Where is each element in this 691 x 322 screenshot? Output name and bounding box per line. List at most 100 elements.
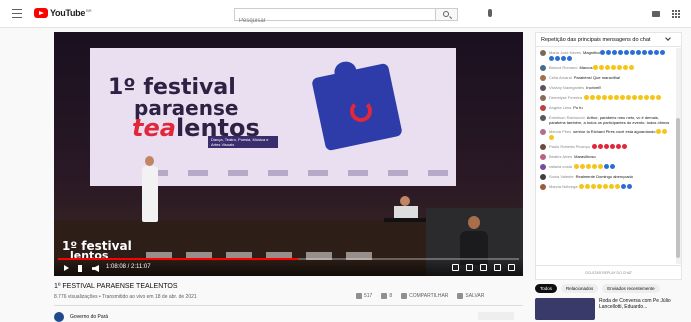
emoji-icon [625,95,631,101]
chat-header[interactable]: Repetição das principais mensagens do ch… [536,33,681,47]
chat-author: Mércia Pires [549,128,572,134]
share-icon [401,293,408,299]
emoji-icon [655,95,661,101]
chip-1[interactable]: Relacionados [561,284,599,293]
emoji-icon [609,184,615,190]
logo-text: YouTube [50,8,86,18]
chat-message-body: Demelyse Ferreira [549,95,662,101]
create-video-icon[interactable] [652,11,660,17]
chat-message: Mércia Pires senhor la Richard Pires você… [536,127,676,142]
fullscreen-icon[interactable] [508,264,515,271]
logo-country: BR [86,7,92,13]
chat-text: Magnífico [583,50,601,55]
settings-icon[interactable] [466,264,473,271]
search-input[interactable] [235,15,385,27]
channel-avatar[interactable] [54,312,64,322]
next-icon[interactable] [78,265,83,272]
screen-title: 1º festival paraense tealentos [108,77,260,141]
chat-text: Incrível!! [586,84,602,90]
chat-author: Viviany Navegantes [549,84,585,90]
chat-avatar [540,114,546,121]
emoji-icon [597,164,603,170]
thumbs-up-icon [356,293,362,299]
chat-author: Demelyse Ferreira [549,94,582,100]
chevron-down-icon[interactable] [665,35,671,41]
chat-author: Angela Lima [549,104,572,110]
chat-author: Paulo Roberta Picanço [549,143,590,149]
chat-text: Realmente Domingo abençoado [575,173,633,179]
emoji-icon [555,55,560,61]
channel-name[interactable]: Governo do Pará [70,314,108,320]
miniplayer-icon[interactable] [480,264,487,271]
menu-icon[interactable] [12,9,22,18]
chat-author: Celia Amaral [549,74,572,80]
chat-scrollbar[interactable] [676,48,681,264]
apps-icon[interactable] [672,10,680,18]
chat-avatar [540,74,546,81]
chat-message-body: Marcia Nóbrega [549,184,633,190]
chat-author: Beatriz Alves [549,153,573,159]
emoji-icon [561,55,566,61]
chat-mode-label: Repetição das principais mensagens do ch… [541,37,651,43]
presenter-figure [140,156,160,226]
video-player[interactable]: 1º festival paraense tealentos Dança, Te… [54,32,523,276]
emoji-icon [661,129,667,135]
chat-avatar [540,50,546,56]
chat-avatar [540,128,546,135]
subscribe-button[interactable] [478,312,514,320]
screen-title-line3: tealentos [132,116,260,140]
emoji-icon [598,65,604,71]
emoji-icon [610,65,616,71]
chat-message-body: Bianca Romano Marcos [549,65,635,71]
emoji-icon [567,55,572,61]
share-button[interactable]: COMPARTILHAR [401,293,448,299]
search-box [234,8,436,27]
captions-icon[interactable] [452,264,459,271]
hide-chat-replay-button[interactable]: OCULTAR REPLAY DO CHAT [536,265,681,279]
save-button[interactable]: SALVAR [457,293,484,299]
chat-message: Sonia Valente Realmente Domingo abençoado [536,172,676,182]
chat-message-body: Edmilson Raimundo Arthur, parabéns meu ne… [549,115,672,125]
emoji-icon [573,164,579,170]
emoji-icon [606,50,612,56]
chat-avatar [540,153,546,160]
chip-2[interactable]: Enviados recentemente [602,284,660,293]
theater-mode-icon[interactable] [494,264,501,271]
emoji-icon [655,129,661,135]
emoji-icon [597,144,603,150]
related-chips: Todos Relacionados Enviados recentemente [535,284,660,293]
chat-panel: Repetição das principais mensagens do ch… [535,32,682,280]
chat-text: Parabéns! Que maravilha! [573,74,621,80]
chat-message: rafaela costa [536,162,676,172]
emoji-icon [579,184,585,190]
like-button[interactable]: 517 [356,293,372,299]
volume-icon[interactable] [92,265,99,272]
thumbs-down-icon [381,293,388,299]
chip-0[interactable]: Todos [535,284,558,293]
emoji-icon [607,95,613,101]
youtube-logo[interactable]: YouTube BR [34,8,92,18]
emoji-icon [597,184,603,190]
progress-bar[interactable] [58,258,519,260]
emoji-icon [585,184,591,190]
related-video[interactable]: Roda de Conversa com Pe Júlio Lancellott… [535,298,679,320]
chat-message: Demelyse Ferreira [536,93,676,103]
mic-icon[interactable] [488,9,492,17]
emoji-icon [630,50,636,56]
search-button[interactable] [436,8,458,21]
chat-message: Angela Lima Pu fu [536,103,676,113]
chat-avatar [540,173,546,180]
related-thumbnail[interactable] [535,298,595,320]
chat-message: Viviany Navegantes Incrível!! [536,83,676,93]
dislike-button[interactable]: 8 [381,293,392,299]
play-icon[interactable] [64,265,69,271]
chat-text: Pu fu [573,104,583,110]
emoji-icon [601,95,607,101]
related-title[interactable]: Roda de Conversa com Pe Júlio Lancellott… [599,298,679,320]
youtube-play-icon [34,8,48,18]
emoji-icon [585,164,591,170]
emoji-icon [592,65,598,71]
chat-message-body: Beatriz Alves Maravilhoso [549,154,596,160]
emoji-icon [549,55,554,61]
emoji-icon [648,50,654,56]
